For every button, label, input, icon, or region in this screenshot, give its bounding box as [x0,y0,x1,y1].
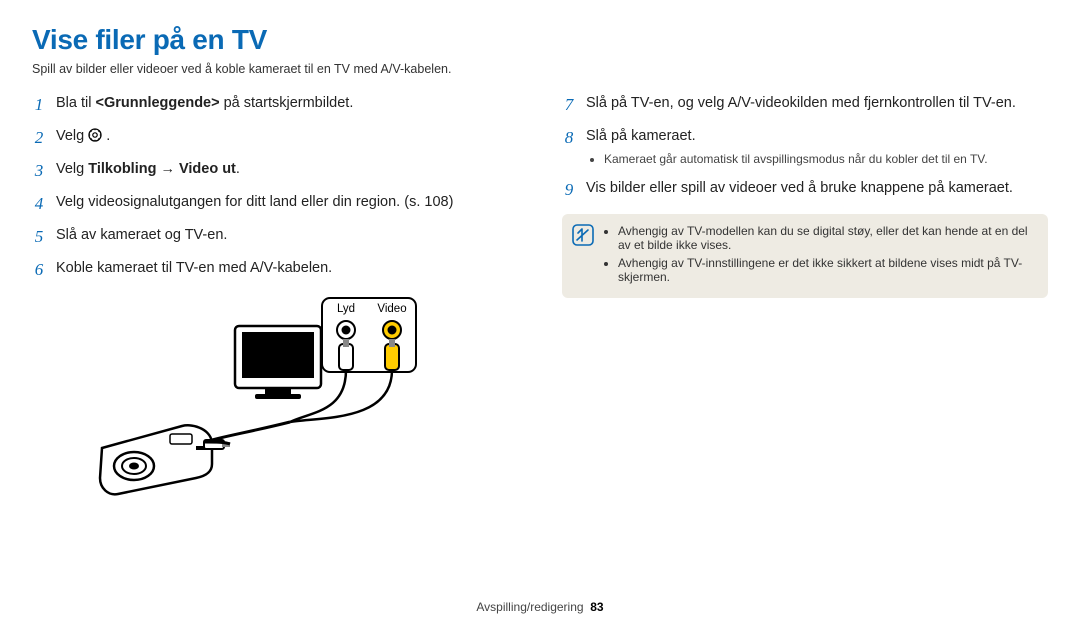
footer-section: Avspilling/redigering [476,600,583,614]
step-number: 7 [562,94,576,117]
page-footer: Avspilling/redigering 83 [32,600,1048,614]
page-subtitle: Spill av bilder eller videoer ved å kobl… [32,62,1048,76]
note-box: Avhengig av TV-modellen kan du se digita… [562,214,1048,298]
step-text: Koble kameraet til TV-en med A/V-kabelen… [56,259,332,282]
step-sub-list: Kameraet går automatisk til avspillingsm… [604,151,988,167]
note-item: Avhengig av TV-modellen kan du se digita… [618,224,1034,252]
step-number: 5 [32,226,46,249]
step-text: Velg videosignalutgangen for ditt land e… [56,193,453,216]
steps-left: 1 Bla til <Grunnleggende> på startskjermb… [32,94,518,282]
note-info-icon [572,224,594,246]
step-item: 1 Bla til <Grunnleggende> på startskjermb… [32,94,518,117]
step-text: Slå på TV-en, og velg A/V-videokilden me… [586,94,1016,117]
note-list: Avhengig av TV-modellen kan du se digita… [618,224,1034,288]
step-number: 6 [32,259,46,282]
step-item: 6 Koble kameraet til TV-en med A/V-kabele… [32,259,518,282]
step-number: 8 [562,127,576,169]
step-number: 2 [32,127,46,150]
step-number: 3 [32,160,46,183]
note-item: Avhengig av TV-innstillingene er det ikk… [618,256,1034,284]
camera-illustration [100,425,230,494]
step-text: Velg Tilkobling→Video ut. [56,160,240,183]
step-text: Vis bilder eller spill av videoer ved å … [586,179,1013,202]
step-sub-item: Kameraet går automatisk til avspillingsm… [604,151,988,167]
step-item: 5 Slå av kameraet og TV-en. [32,226,518,249]
diagram-video-label: Video [377,303,406,315]
step-number: 4 [32,193,46,216]
step-text: Slå av kameraet og TV-en. [56,226,227,249]
settings-icon [88,128,102,142]
step-item: 7 Slå på TV-en, og velg A/V-videokilden m… [562,94,1048,117]
step-text: Velg . [56,127,110,150]
step-text: Slå på kameraet.Kameraet går automatisk … [586,127,988,169]
footer-page-number: 83 [590,600,603,614]
step-text: Bla til <Grunnleggende> på startskjermbi… [56,94,353,117]
page-title: Vise filer på en TV [32,24,1048,56]
diagram-audio-label: Lyd [337,303,355,315]
step-item: 8Slå på kameraet.Kameraet går automatisk… [562,127,1048,169]
step-item: 2 Velg . [32,127,518,150]
step-number: 1 [32,94,46,117]
steps-right: 7 Slå på TV-en, og velg A/V-videokilden m… [562,94,1048,202]
connection-diagram: Lyd Video [60,292,518,512]
step-item: 3 Velg Tilkobling→Video ut. [32,160,518,183]
step-number: 9 [562,179,576,202]
tv-illustration [235,326,321,399]
step-item: 4 Velg videosignalutgangen for ditt land … [32,193,518,216]
step-item: 9 Vis bilder eller spill av videoer ved å… [562,179,1048,202]
